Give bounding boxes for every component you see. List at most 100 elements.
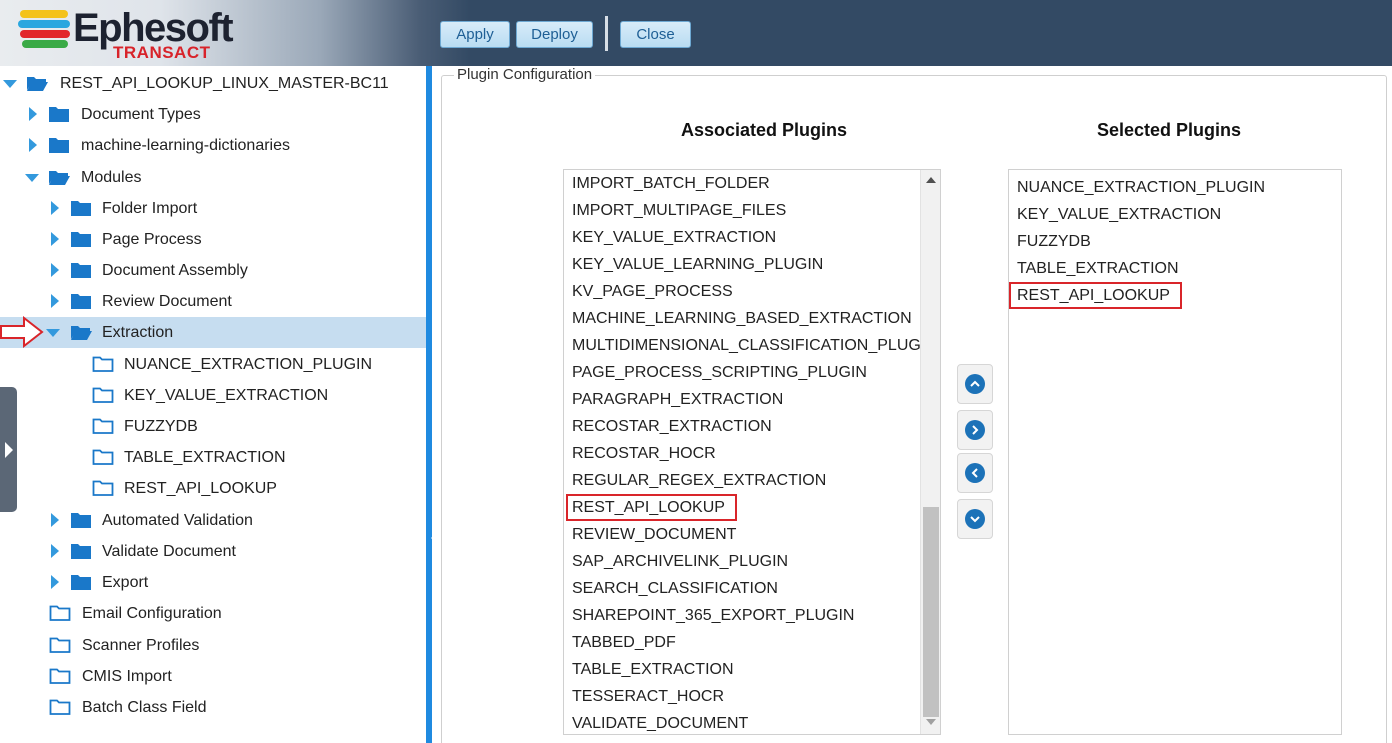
chevron-right-icon[interactable] [51,294,59,308]
folder-open-icon [71,326,92,340]
list-item[interactable]: KEY_VALUE_EXTRACTION [1009,201,1339,228]
deploy-button[interactable]: Deploy [516,21,593,48]
chevron-right-icon[interactable] [51,201,59,215]
list-item[interactable]: TABLE_EXTRACTION [1009,255,1339,282]
folder-icon [71,232,91,247]
scroll-down-icon[interactable] [926,719,936,725]
folder-open-icon [49,171,70,185]
list-item[interactable]: TABBED_PDF [564,629,920,656]
vertical-scrollbar[interactable] [920,170,940,734]
add-plugin-button[interactable] [957,410,993,450]
tree-item-automated-validation[interactable]: Automated Validation [0,505,426,536]
chevron-down-icon[interactable] [3,80,17,88]
list-item[interactable]: KV_PAGE_PROCESS [564,278,920,305]
fieldset-legend: Plugin Configuration [454,66,596,83]
list-item[interactable]: TESSERACT_HOCR [564,683,920,710]
chevron-right-icon[interactable] [51,232,59,246]
tree-item-page-process[interactable]: Page Process [0,224,426,255]
list-item[interactable]: VALIDATE_DOCUMENT [564,710,920,734]
list-item[interactable]: REGULAR_REGEX_EXTRACTION [564,467,920,494]
tree-label-document-types: Document Types [81,105,201,123]
chevron-right-icon[interactable] [51,544,59,558]
apply-button[interactable]: Apply [440,21,510,48]
list-item[interactable]: RECOSTAR_EXTRACTION [564,413,920,440]
associated-plugins-items: IMPORT_BATCH_FOLDER IMPORT_MULTIPAGE_FIL… [564,170,920,734]
tree-label-ml-dictionaries: machine-learning-dictionaries [81,136,290,154]
list-item[interactable]: RECOSTAR_HOCR [564,440,920,467]
tree-label-export: Export [102,573,149,591]
folder-outline-icon [92,480,114,496]
move-down-button[interactable] [957,499,993,539]
tree-label-root: REST_API_LOOKUP_LINUX_MASTER-BC11 [60,74,389,92]
list-item[interactable]: MULTIDIMENSIONAL_CLASSIFICATION_PLUG [564,332,920,359]
tree-label-modules: Modules [81,168,142,186]
list-item[interactable]: FUZZYDB [1009,228,1339,255]
scroll-up-icon[interactable] [926,177,936,183]
chevron-down-icon[interactable] [25,174,39,182]
folder-outline-icon [92,356,114,372]
tree-label-plugin: KEY_VALUE_EXTRACTION [124,386,329,404]
tree-item-document-types[interactable]: Document Types [0,99,426,130]
selected-plugins-title: Selected Plugins [1096,120,1242,140]
list-item[interactable]: KEY_VALUE_EXTRACTION [564,224,920,251]
tree-item-email-configuration[interactable]: Email Configuration [0,598,426,629]
list-item[interactable]: NUANCE_EXTRACTION_PLUGIN [1009,174,1339,201]
move-up-button[interactable] [957,364,993,404]
folder-open-icon [27,77,48,91]
tree-label-email-configuration: Email Configuration [82,604,222,622]
list-item-highlighted[interactable]: REST_API_LOOKUP [1009,282,1339,309]
list-item[interactable]: TABLE_EXTRACTION [564,656,920,683]
tree-item-modules[interactable]: Modules [0,162,426,193]
tree-label-validate-document: Validate Document [102,542,236,560]
tree-item-batch-class-field[interactable]: Batch Class Field [0,692,426,723]
tree-item-export[interactable]: Export [0,567,426,598]
tree-item-plugin[interactable]: FUZZYDB [0,411,426,442]
folder-outline-icon [49,605,71,621]
chevron-right-icon[interactable] [29,107,37,121]
chevron-right-icon[interactable] [51,575,59,589]
tree-item-plugin[interactable]: REST_API_LOOKUP [0,473,426,504]
list-item[interactable]: PARAGRAPH_EXTRACTION [564,386,920,413]
folder-outline-icon [92,387,114,403]
chevron-right-icon [4,441,13,458]
list-item[interactable]: IMPORT_BATCH_FOLDER [564,170,920,197]
scroll-thumb[interactable] [923,507,939,717]
list-item[interactable]: REVIEW_DOCUMENT [564,521,920,548]
chevron-right-icon [965,420,985,440]
tree-item-review-document[interactable]: Review Document [0,286,426,317]
tree-item-scanner-profiles[interactable]: Scanner Profiles [0,630,426,661]
tree-label-plugin: FUZZYDB [124,417,198,435]
list-item[interactable]: SEARCH_CLASSIFICATION [564,575,920,602]
selected-plugins-list[interactable]: NUANCE_EXTRACTION_PLUGIN KEY_VALUE_EXTRA… [1008,169,1342,735]
side-panel-handle[interactable] [0,387,17,512]
tree-item-validate-document[interactable]: Validate Document [0,536,426,567]
list-item[interactable]: MACHINE_LEARNING_BASED_EXTRACTION [564,305,920,332]
folder-outline-icon [49,699,71,715]
tree-item-document-assembly[interactable]: Document Assembly [0,255,426,286]
chevron-right-icon[interactable] [51,513,59,527]
chevron-right-icon[interactable] [29,138,37,152]
tree-item-plugin[interactable]: NUANCE_EXTRACTION_PLUGIN [0,349,426,380]
chevron-right-icon[interactable] [51,263,59,277]
chevron-left-icon [965,463,985,483]
close-button[interactable]: Close [620,21,691,48]
main-panel: Plugin Configuration Associated Plugins … [432,66,1392,743]
list-item[interactable]: SAP_ARCHIVELINK_PLUGIN [564,548,920,575]
highlight-box: REST_API_LOOKUP [1009,282,1182,309]
tree-item-cmis-import[interactable]: CMIS Import [0,661,426,692]
list-item[interactable]: PAGE_PROCESS_SCRIPTING_PLUGIN [564,359,920,386]
tree-item-folder-import[interactable]: Folder Import [0,193,426,224]
tree-item-ml-dictionaries[interactable]: machine-learning-dictionaries [0,130,426,161]
list-item[interactable]: KEY_VALUE_LEARNING_PLUGIN [564,251,920,278]
chevron-down-icon[interactable] [46,329,60,337]
tree-item-plugin[interactable]: KEY_VALUE_EXTRACTION [0,380,426,411]
tree-item-root[interactable]: REST_API_LOOKUP_LINUX_MASTER-BC11 [0,68,426,99]
list-item-highlighted[interactable]: REST_API_LOOKUP [564,494,920,521]
list-item[interactable]: SHAREPOINT_365_EXPORT_PLUGIN [564,602,920,629]
remove-plugin-button[interactable] [957,453,993,493]
associated-plugins-list[interactable]: IMPORT_BATCH_FOLDER IMPORT_MULTIPAGE_FIL… [563,169,941,735]
tree-item-extraction[interactable]: Extraction [0,317,426,348]
list-item[interactable]: IMPORT_MULTIPAGE_FILES [564,197,920,224]
tree-label-batch-class-field: Batch Class Field [82,698,207,716]
tree-item-plugin[interactable]: TABLE_EXTRACTION [0,442,426,473]
